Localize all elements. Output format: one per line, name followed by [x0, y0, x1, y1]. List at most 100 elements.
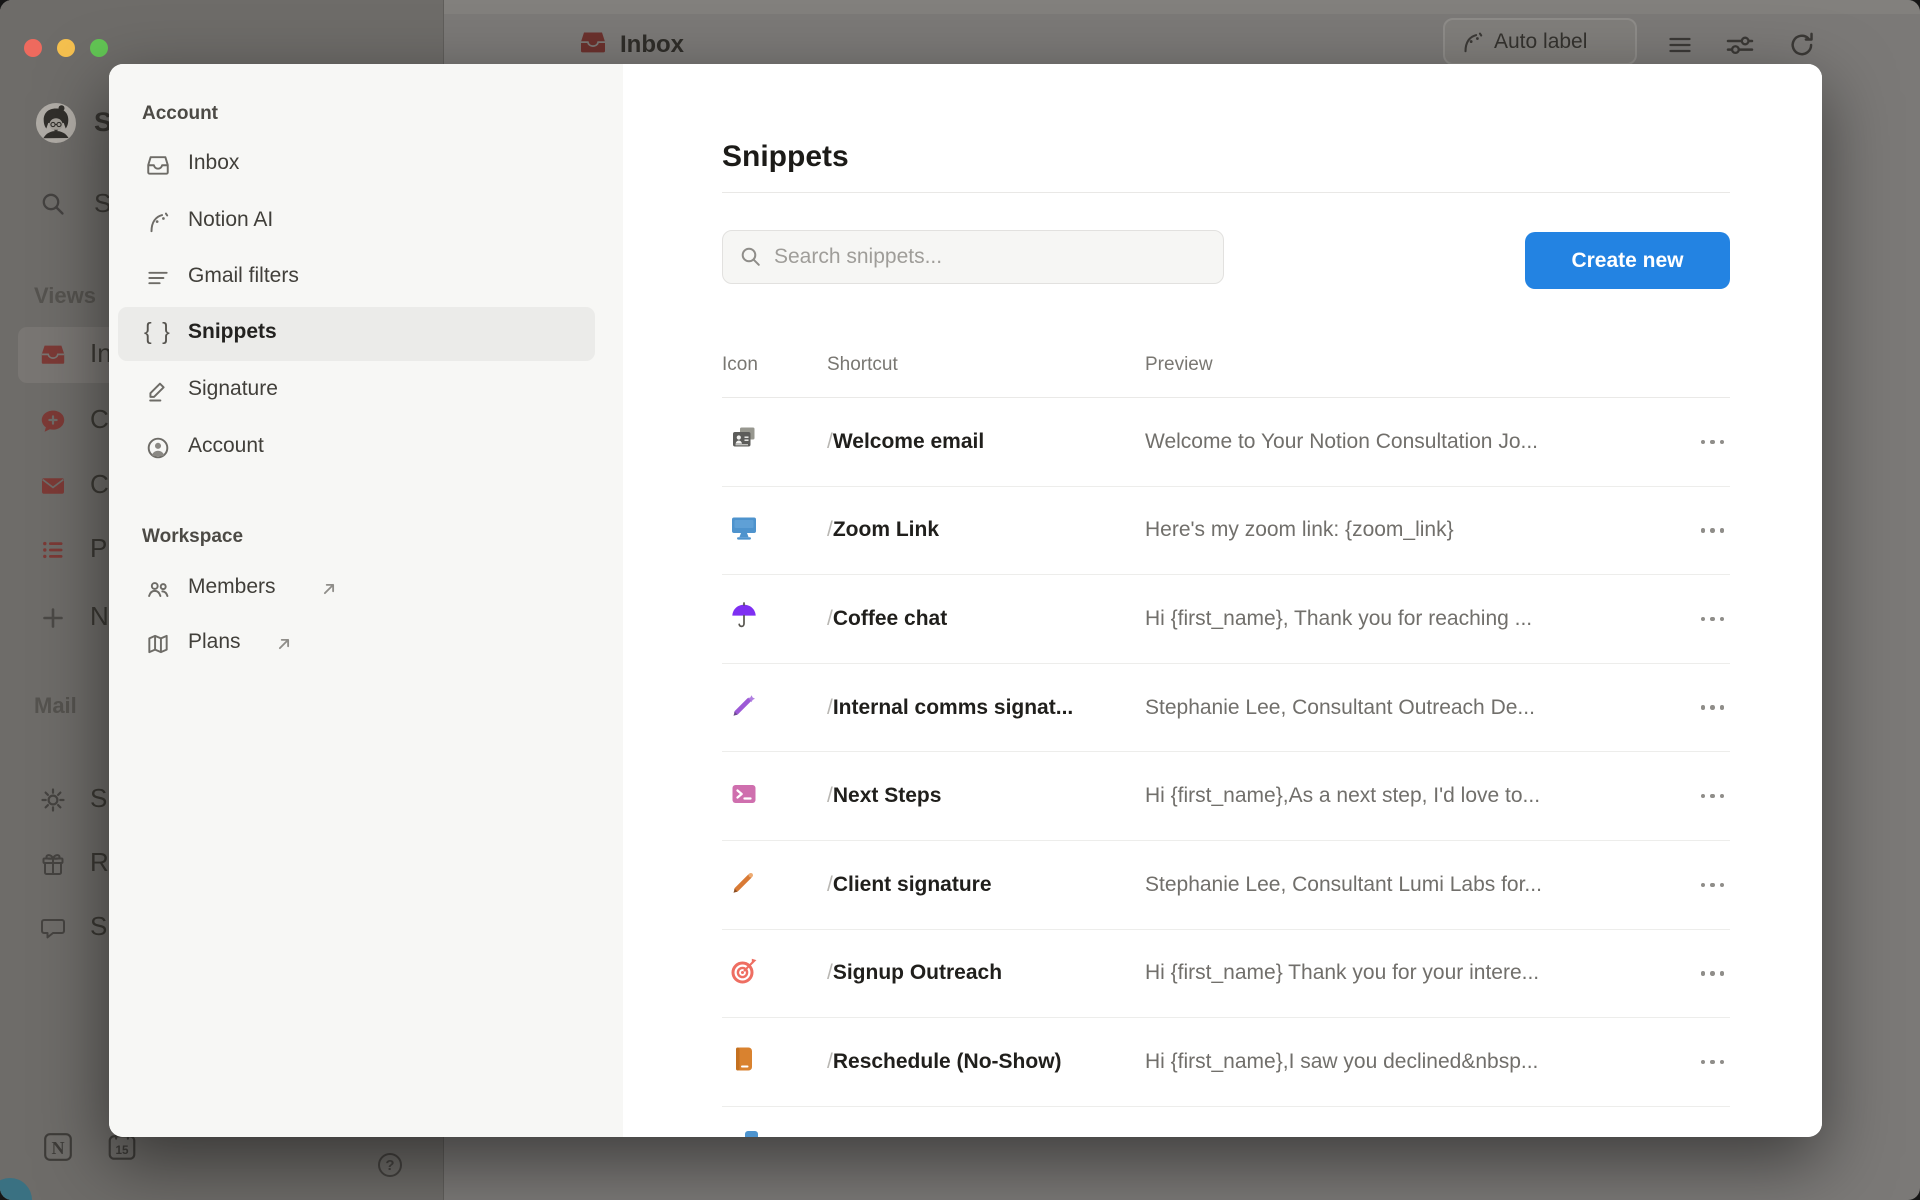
- auto-label-text: Auto label: [1494, 30, 1587, 54]
- partial-next-row-icon: [745, 1131, 758, 1137]
- settings-item-members[interactable]: Members: [109, 563, 623, 615]
- row-menu-button[interactable]: [1684, 883, 1730, 888]
- inbox-icon: [145, 152, 171, 178]
- column-header-preview: Preview: [1145, 354, 1684, 376]
- settings-modal: Account Inbox: [109, 64, 1822, 1137]
- table-row[interactable]: /Welcome email Welcome to Your Notion Co…: [722, 398, 1730, 487]
- table-row[interactable]: /Coffee chat Hi {first_name}, Thank you …: [722, 575, 1730, 664]
- inbox-header-icon: [578, 28, 608, 58]
- snippet-preview: Stephanie Lee, Consultant Lumi Labs for.…: [1145, 873, 1684, 897]
- settings-item-notion-ai[interactable]: Notion AI: [109, 196, 623, 248]
- settings-item-snippets[interactable]: { } Snippets: [109, 308, 623, 360]
- snippet-preview: Here's my zoom link: {zoom_link}: [1145, 518, 1684, 542]
- zoom-window-button[interactable]: [90, 39, 108, 57]
- settings-item-label: Inbox: [188, 151, 239, 175]
- snippets-table: /Welcome email Welcome to Your Notion Co…: [722, 398, 1730, 1107]
- settings-item-signature[interactable]: Signature: [109, 365, 623, 417]
- settings-item-label: Snippets: [188, 320, 277, 344]
- braces-icon: { }: [144, 318, 172, 345]
- auto-label-button[interactable]: Auto label: [1443, 18, 1637, 65]
- map-icon: [145, 631, 171, 657]
- snippet-shortcut: Next Steps: [833, 784, 942, 807]
- table-row[interactable]: /Zoom Link Here's my zoom link: {zoom_li…: [722, 487, 1730, 576]
- settings-item-account[interactable]: Account: [109, 422, 623, 474]
- gift-icon: [39, 850, 67, 878]
- screen: S S Views In C: [0, 0, 1920, 1200]
- settings-item-plans[interactable]: Plans: [109, 618, 623, 670]
- snippet-shortcut: Zoom Link: [833, 518, 939, 541]
- table-row[interactable]: /Internal comms signat... Stephanie Lee,…: [722, 664, 1730, 753]
- terminal-icon: [729, 779, 759, 809]
- sidebar-item-label: P: [90, 533, 107, 564]
- row-menu-button[interactable]: [1684, 1060, 1730, 1065]
- avatar[interactable]: [36, 103, 76, 143]
- settings-item-label: Account: [188, 434, 264, 458]
- settings-item-label: Notion AI: [188, 208, 273, 232]
- target-icon: [729, 956, 759, 986]
- sidebar-item-label: R: [90, 847, 109, 878]
- minimize-window-button[interactable]: [57, 39, 75, 57]
- snippet-preview: Hi {first_name},I saw you declined&nbsp.…: [1145, 1050, 1684, 1074]
- snippet-preview: Hi {first_name},As a next step, I'd love…: [1145, 784, 1684, 808]
- snippet-preview: Hi {first_name} Thank you for your inter…: [1145, 961, 1684, 985]
- snippet-preview: Welcome to Your Notion Consultation Jo..…: [1145, 430, 1684, 454]
- mail-section-label: Mail: [34, 693, 77, 719]
- filter-lines-icon[interactable]: [1666, 31, 1694, 59]
- background-artifact: [0, 1178, 32, 1200]
- snippet-preview: Stephanie Lee, Consultant Outreach De...: [1145, 696, 1684, 720]
- chat-plus-icon: [39, 407, 67, 435]
- help-icon[interactable]: ?: [375, 1150, 405, 1180]
- settings-item-label: Gmail filters: [188, 264, 299, 288]
- column-header-icon: Icon: [722, 354, 827, 376]
- table-row[interactable]: /Client signature Stephanie Lee, Consult…: [722, 841, 1730, 930]
- row-menu-button[interactable]: [1684, 617, 1730, 622]
- monitor-icon: [729, 513, 759, 543]
- settings-sidebar: Account Inbox: [109, 64, 623, 1137]
- row-menu-button[interactable]: [1684, 705, 1730, 710]
- signature-pen-icon: [145, 378, 171, 404]
- gear-icon: [39, 786, 67, 814]
- orange-pen-icon: [729, 867, 759, 897]
- filter-lines-icon: [145, 265, 171, 291]
- refresh-icon[interactable]: [1787, 30, 1817, 60]
- close-window-button[interactable]: [24, 39, 42, 57]
- settings-item-label: Signature: [188, 377, 278, 401]
- panel-title: Snippets: [722, 140, 849, 174]
- row-menu-button[interactable]: [1684, 971, 1730, 976]
- settings-item-label: Plans: [188, 630, 241, 654]
- envelope-icon: [39, 472, 67, 500]
- search-icon[interactable]: [39, 190, 67, 218]
- sliders-icon[interactable]: [1724, 29, 1756, 61]
- snippet-shortcut: Welcome email: [833, 430, 984, 453]
- snippet-shortcut: Coffee chat: [833, 607, 947, 630]
- settings-item-inbox[interactable]: Inbox: [109, 139, 623, 191]
- notion-ai-icon: [145, 209, 171, 235]
- settings-item-gmail-filters[interactable]: Gmail filters: [109, 252, 623, 304]
- sidebar-item-label: N: [90, 601, 109, 632]
- column-header-shortcut: Shortcut: [827, 354, 1145, 376]
- settings-item-label: Members: [188, 575, 276, 599]
- calendar-day: 15: [115, 1144, 129, 1157]
- members-icon: [145, 576, 171, 602]
- inbox-icon: [39, 341, 67, 369]
- notion-logo-letter: N: [51, 1138, 64, 1158]
- create-new-button[interactable]: Create new: [1525, 232, 1730, 289]
- id-card-icon: [729, 424, 759, 454]
- purple-pen-icon: [729, 690, 759, 720]
- row-menu-button[interactable]: [1684, 440, 1730, 445]
- search-icon: [739, 245, 763, 269]
- plus-icon: [39, 604, 67, 632]
- snippets-search[interactable]: [722, 230, 1224, 284]
- row-menu-button[interactable]: [1684, 528, 1730, 533]
- search-input[interactable]: [774, 245, 1204, 269]
- snippet-preview: Hi {first_name}, Thank you for reaching …: [1145, 607, 1684, 631]
- table-row[interactable]: /Next Steps Hi {first_name},As a next st…: [722, 752, 1730, 841]
- notion-ai-icon: [1459, 29, 1485, 55]
- row-menu-button[interactable]: [1684, 794, 1730, 799]
- help-glyph: ?: [385, 1157, 394, 1174]
- snippet-shortcut: Internal comms signat...: [833, 696, 1073, 719]
- table-row[interactable]: /Signup Outreach Hi {first_name} Thank y…: [722, 930, 1730, 1019]
- notion-logo-icon[interactable]: N: [42, 1131, 74, 1163]
- table-row[interactable]: /Reschedule (No-Show) Hi {first_name},I …: [722, 1018, 1730, 1107]
- sidebar-item-label: C: [90, 469, 109, 500]
